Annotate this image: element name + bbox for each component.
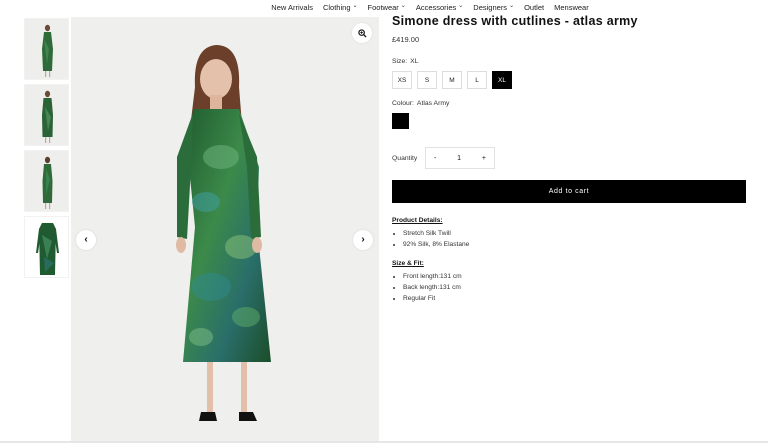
chevron-right-icon: › <box>361 234 365 245</box>
add-to-cart-button[interactable]: Add to cart <box>392 180 746 203</box>
product-details-list: Stretch Silk Twill92% Silk, 8% Elastane <box>392 228 752 250</box>
nav-item-label: Footwear <box>367 2 399 12</box>
size-fit-item: Back length:131 cm <box>403 282 752 293</box>
product-price: £419.00 <box>392 35 420 44</box>
product-info: Simone dress with cutlines - atlas army … <box>392 14 752 304</box>
colour-swatch-atlas-army[interactable] <box>392 113 409 129</box>
colour-label-row: Colour: Atlas Army <box>392 100 752 107</box>
thumbnail-strip <box>24 18 70 282</box>
size-option-l[interactable]: L <box>467 71 487 89</box>
nav-item-label: Outlet <box>524 2 545 12</box>
quantity-row: Quantity - 1 + <box>392 147 752 169</box>
nav-item-label: New Arrivals <box>271 2 313 12</box>
product-details-heading: Product Details: <box>392 217 443 224</box>
product-detail-item: Stretch Silk Twill <box>403 228 752 239</box>
thumbnail-model-image <box>42 24 53 77</box>
nav-item-label: Menswear <box>554 2 589 12</box>
nav-item-footwear[interactable]: Footwear ⌄ <box>363 0 411 14</box>
top-nav: New Arrivals Clothing ⌄ Footwear ⌄ Accessorie… <box>0 0 768 14</box>
chevron-down-icon: ⌄ <box>509 2 515 9</box>
colour-label: Colour: <box>392 100 414 107</box>
chevron-down-icon: ⌄ <box>458 2 464 9</box>
thumbnail-4[interactable] <box>24 216 69 278</box>
chevron-down-icon: ⌄ <box>352 2 358 9</box>
main-product-image[interactable] <box>71 17 379 443</box>
product-title: Simone dress with cutlines - atlas army <box>392 14 638 28</box>
quantity-value[interactable]: 1 <box>457 155 461 162</box>
size-selected-value: XL <box>410 58 419 65</box>
size-option-xl[interactable]: XL <box>492 71 512 89</box>
nav-item-new-arrivals[interactable]: New Arrivals <box>266 0 318 14</box>
next-image-button[interactable]: › <box>353 230 373 250</box>
size-fit-item: Regular Fit <box>403 293 752 304</box>
colour-selected-value: Atlas Army <box>416 100 450 107</box>
quantity-decrease-button[interactable]: - <box>434 155 436 162</box>
thumbnail-1[interactable] <box>24 18 69 80</box>
product-detail-item: 92% Silk, 8% Elastane <box>403 239 752 250</box>
zoom-button[interactable] <box>352 23 372 43</box>
thumbnail-dress-flat-image <box>36 223 59 275</box>
nav-item-designers[interactable]: Designers ⌄ <box>468 0 519 14</box>
nav-item-accessories[interactable]: Accessories ⌄ <box>411 0 468 14</box>
size-label-row: Size: XL <box>392 58 752 65</box>
nav-list: New Arrivals Clothing ⌄ Footwear ⌄ Accessorie… <box>266 0 593 14</box>
nav-item-outlet[interactable]: Outlet <box>519 0 549 14</box>
thumbnail-model-image <box>42 90 53 143</box>
size-option-s[interactable]: S <box>417 71 437 89</box>
size-option-xs[interactable]: XS <box>392 71 412 89</box>
thumbnail-3[interactable] <box>24 150 69 212</box>
size-label: Size: <box>392 58 408 65</box>
thumbnail-model-image <box>42 156 53 209</box>
quantity-label: Quantity <box>392 154 418 162</box>
previous-image-button[interactable]: ‹ <box>76 230 96 250</box>
chevron-left-icon: ‹ <box>84 234 88 245</box>
thumbnail-2[interactable] <box>24 84 69 146</box>
nav-item-label: Designers <box>473 2 508 12</box>
size-fit-item: Front length:131 cm <box>403 271 752 282</box>
size-fit-list: Front length:131 cmBack length:131 cmReg… <box>392 271 752 304</box>
magnifier-icon <box>357 28 367 38</box>
nav-item-menswear[interactable]: Menswear <box>549 0 594 14</box>
model-wearing-dress-image <box>176 45 271 421</box>
size-options: XS S M L XL <box>392 71 752 89</box>
nav-item-clothing[interactable]: Clothing ⌄ <box>318 0 363 14</box>
quantity-stepper[interactable]: - 1 + <box>425 147 495 169</box>
nav-item-label: Clothing <box>322 2 351 12</box>
size-option-m[interactable]: M <box>442 71 462 89</box>
nav-item-label: Accessories <box>415 2 457 12</box>
chevron-down-icon: ⌄ <box>400 2 406 9</box>
size-fit-heading: Size & Fit: <box>392 260 424 267</box>
quantity-increase-button[interactable]: + <box>482 155 486 162</box>
